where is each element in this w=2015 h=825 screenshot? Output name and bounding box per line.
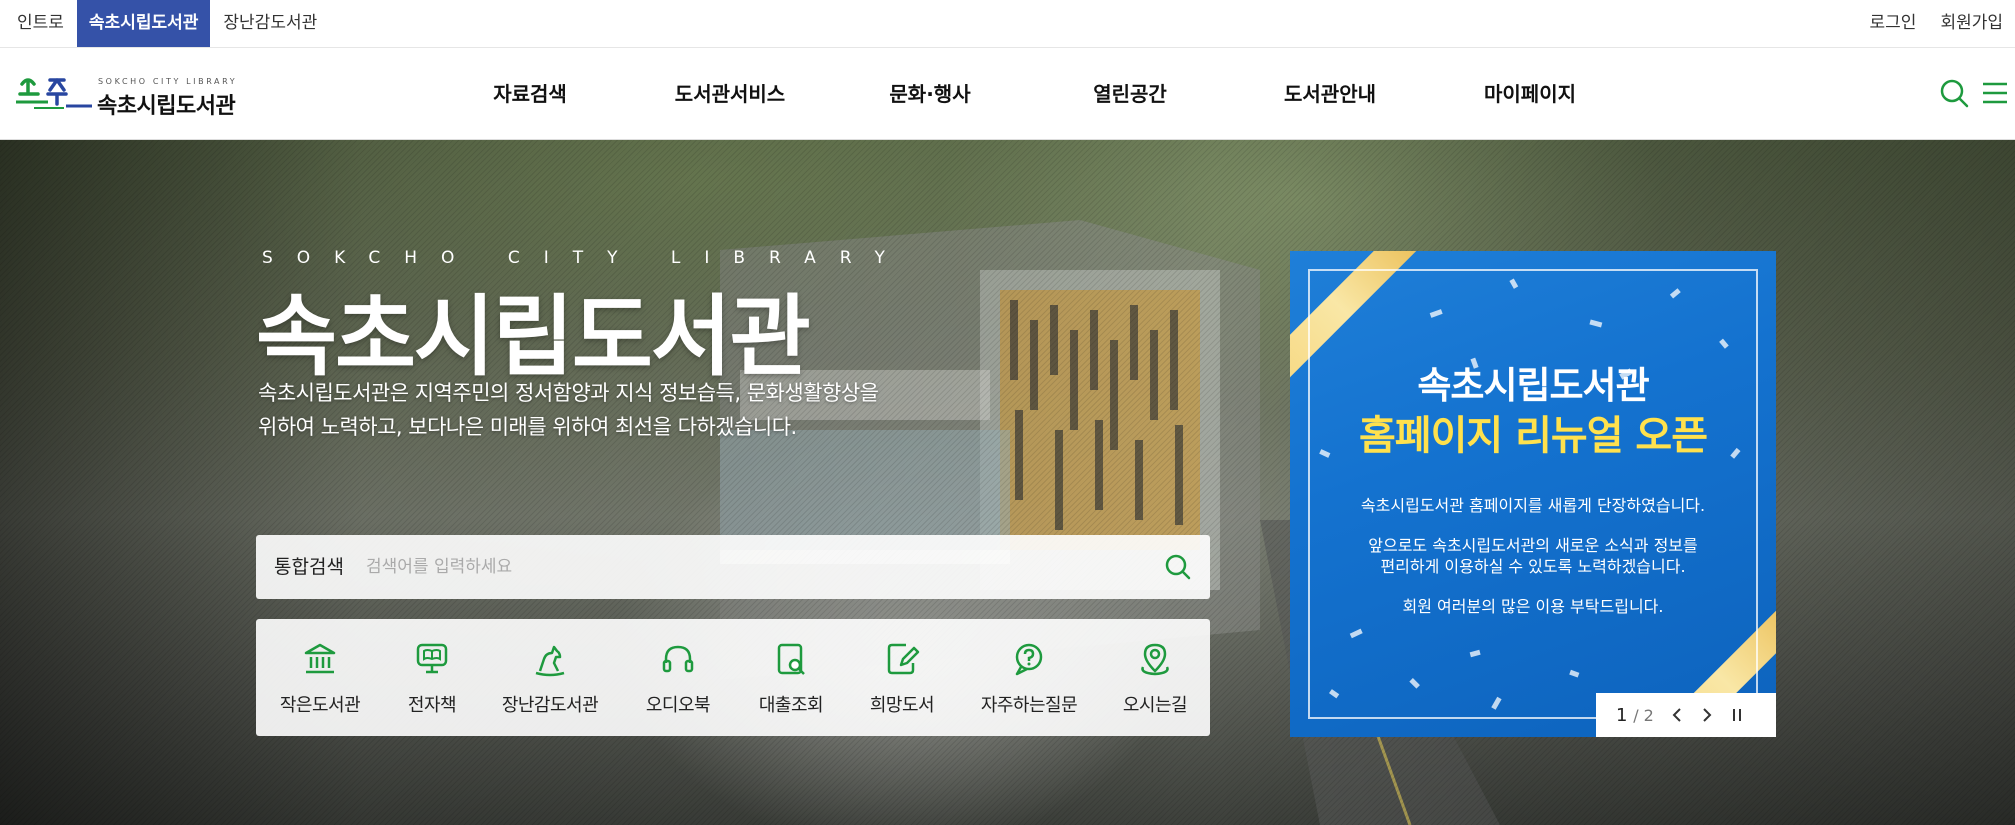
quick-item-toy-library[interactable]: 장난감도서관 [480,619,620,736]
ebook-icon [416,643,448,674]
hamburger-menu-icon[interactable] [1981,78,2009,108]
nav-item-culture-events[interactable]: 문화·행사 [830,48,1030,140]
toy-horse-icon [535,645,565,677]
quick-item-ebook[interactable]: 전자책 [384,619,480,736]
top-utility-bar: 인트로 속초시립도서관 장난감도서관 로그인 회원가입 [0,0,2015,48]
user-links: 로그인 회원가입 [1858,0,2015,47]
quick-item-label: 작은도서관 [279,695,361,716]
site-tab-toy-library[interactable]: 장난감도서관 [210,0,330,47]
quick-item-label: 오시는길 [1122,695,1188,716]
page-current: 1 [1616,704,1628,726]
quick-item-label: 장난감도서관 [501,695,599,716]
quick-item-label: 희망도서 [869,695,935,716]
hero-english-title: SOKCHO CITY LIBRARY [262,248,909,268]
quick-item-directions[interactable]: 오시는길 [1100,619,1210,736]
quick-item-small-library[interactable]: 작은도서관 [256,619,384,736]
main-header: SOKCHO CITY LIBRARY 속초시립도서관 자료검색 도서관서비스 … [0,48,2015,140]
search-submit-icon[interactable] [1164,553,1192,581]
nav-item-search[interactable]: 자료검색 [430,48,630,140]
loan-search-icon [777,643,805,675]
quick-item-faq[interactable]: 자주하는질문 [958,619,1100,736]
popup-slider-controls: 1 / 2 [1596,693,1776,737]
pause-icon[interactable] [1730,706,1744,724]
login-link[interactable]: 로그인 [1858,0,1929,47]
book-request-icon [887,643,920,675]
integrated-search-box: 통합검색 [256,535,1210,599]
nav-item-library-info[interactable]: 도서관안내 [1230,48,1430,140]
site-tab-intro[interactable]: 인트로 [4,0,77,47]
quick-menu: 작은도서관 전자책 장난감도서관 오디오북 대출조회 희망도서 자주하는질문 오… [256,619,1210,736]
logo-subtitle: SOKCHO CITY LIBRARY [98,77,238,86]
chevron-right-icon[interactable] [1700,706,1714,724]
quick-item-label: 대출조회 [758,695,824,716]
hero-section: SOKCHO CITY LIBRARY 속초시립도서관 속초시립도서관은 지역주… [0,140,2015,825]
popup-paragraph-2: 앞으로도 속초시립도서관의 새로운 소식과 정보를 편리하게 이용하실 수 있도… [1290,535,1776,577]
popup-paragraph-2-line-1: 앞으로도 속초시립도서관의 새로운 소식과 정보를 [1368,536,1698,555]
library-building-icon [304,643,336,674]
popup-paragraph-3: 회원 여러분의 많은 이용 부탁드립니다. [1402,597,1664,616]
header-tools [1939,78,2009,108]
quick-item-label: 자주하는질문 [980,695,1078,716]
popup-paragraph-2-line-2: 편리하게 이용하실 수 있도록 노력하겠습니다. [1380,557,1686,576]
global-navigation: 자료검색 도서관서비스 문화·행사 열린공간 도서관안내 마이페이지 [430,48,1630,140]
quick-item-wish-book[interactable]: 희망도서 [846,619,958,736]
site-logo[interactable]: SOKCHO CITY LIBRARY 속초시립도서관 [14,74,254,119]
popup-subtitle: 홈페이지 리뉴얼 오픈 [1358,413,1708,459]
quick-item-label: 오디오북 [645,695,711,716]
quick-item-audiobook[interactable]: 오디오북 [620,619,736,736]
popup-body: 속초시립도서관 홈페이지를 새롭게 단장하였습니다. 앞으로도 속초시립도서관의… [1290,495,1776,636]
nav-item-library-service[interactable]: 도서관서비스 [630,48,830,140]
site-tabs: 인트로 속초시립도서관 장난감도서관 [4,0,330,47]
nav-item-my-page[interactable]: 마이페이지 [1430,48,1630,140]
popup-title: 속초시립도서관 [1417,364,1649,407]
hero-description-line-1: 속초시립도서관은 지역주민의 정서함양과 지식 정보습득, 문화생활향상을 [258,381,879,405]
popup-paragraph-1: 속초시립도서관 홈페이지를 새롭게 단장하였습니다. [1360,496,1706,515]
headphones-icon [662,645,694,673]
logo-name: 속초시립도서관 [97,94,236,119]
popup-page-indicator: 1 / 2 [1616,705,1654,726]
search-label: 통합검색 [274,556,344,578]
search-icon[interactable] [1939,78,1969,108]
page-total: / 2 [1633,705,1654,725]
logo-mark-icon [16,78,92,109]
notice-popup-banner[interactable]: 속초시립도서관 홈페이지 리뉴얼 오픈 속초시립도서관 홈페이지를 새롭게 단장… [1290,251,1776,737]
popup-frame [1308,269,1758,719]
chevron-left-icon[interactable] [1670,706,1684,724]
faq-icon [1015,643,1043,676]
nav-item-open-space[interactable]: 열린공간 [1030,48,1230,140]
quick-item-label: 전자책 [407,695,457,716]
hero-title: 속초시립도서관 [256,285,811,388]
signup-link[interactable]: 회원가입 [1928,0,2015,47]
search-input[interactable] [356,547,1096,587]
quick-item-loan-lookup[interactable]: 대출조회 [736,619,846,736]
site-tab-sokcho-library[interactable]: 속초시립도서관 [76,0,211,47]
location-pin-icon [1141,643,1169,676]
hero-description-line-2: 위하여 노력하고, 보다나은 미래를 위하여 최선을 다하겠습니다. [258,415,797,439]
hero-description: 속초시립도서관은 지역주민의 정서함양과 지식 정보습득, 문화생활향상을 위하… [258,376,958,444]
